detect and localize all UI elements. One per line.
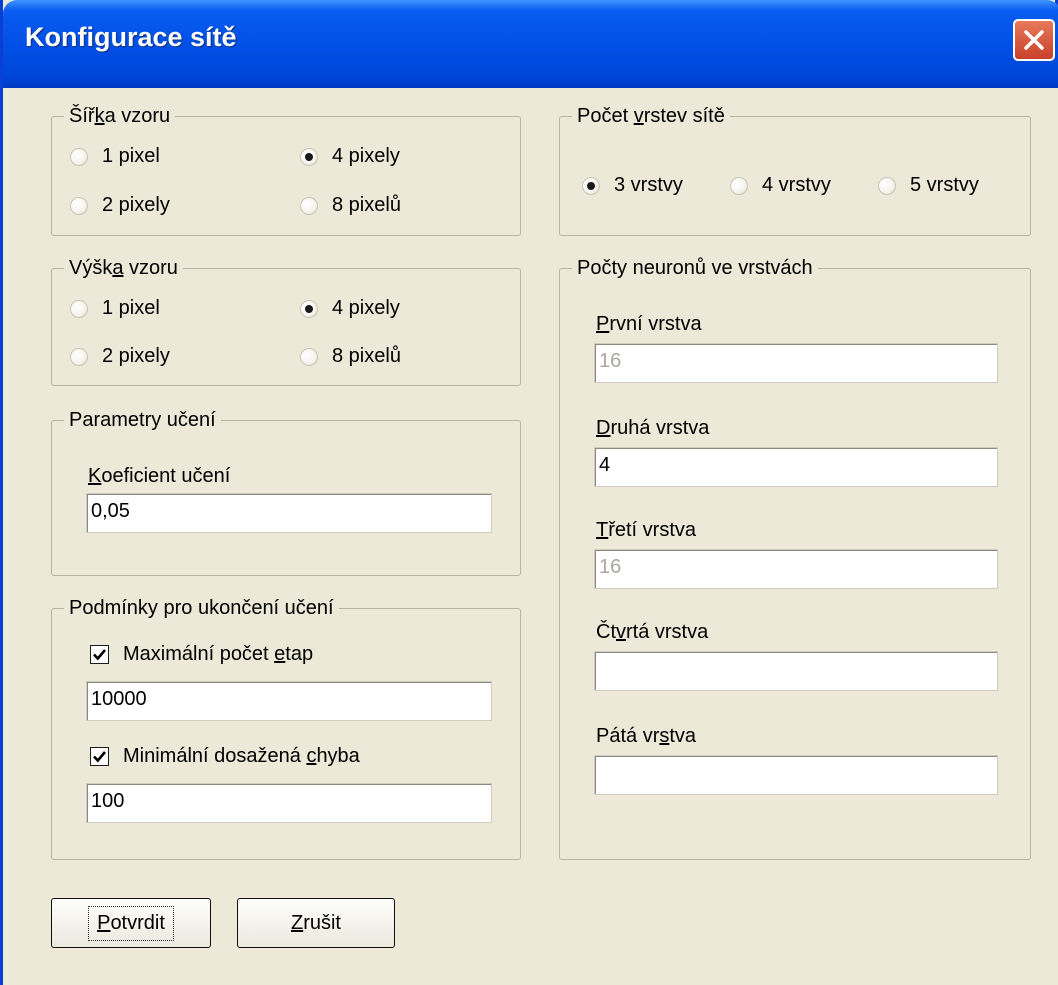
layer-4-label: Čtvrtá vrstva [596, 621, 709, 643]
group-learning-params: Parametry učení Koeficient učení 0,05 [51, 407, 521, 576]
radio-height-8[interactable]: 8 pixelů [300, 345, 401, 368]
layer-1-label: První vrstva [596, 313, 702, 335]
group-layer-count-legend: Počet vrstev sítě [572, 103, 730, 129]
group-pattern-width: Šířka vzoru 1 pixel 2 pixely 4 pixely 8 … [51, 103, 521, 236]
confirm-button[interactable]: Potvrdit [51, 898, 211, 948]
radio-layers-5[interactable]: 5 vrstvy [878, 174, 979, 197]
min-error-input[interactable]: 100 [86, 783, 492, 823]
group-stop-conditions-legend: Podmínky pro ukončení učení [64, 595, 339, 621]
layer-2-input[interactable]: 4 [594, 447, 998, 487]
layer-3-input: 16 [594, 549, 998, 589]
layer-1-input: 16 [594, 343, 998, 383]
layer-4-input[interactable] [594, 651, 998, 691]
group-stop-conditions: Podmínky pro ukončení učení Maximální po… [51, 595, 521, 860]
radio-layers-3[interactable]: 3 vrstvy [582, 174, 683, 197]
check-icon [93, 649, 106, 661]
radio-height-1[interactable]: 1 pixel [70, 297, 160, 320]
radio-width-1[interactable]: 1 pixel [70, 145, 160, 168]
dialog-client-area: Šířka vzoru 1 pixel 2 pixely 4 pixely 8 … [3, 88, 1058, 985]
radio-height-2[interactable]: 2 pixely [70, 345, 170, 368]
radio-width-4[interactable]: 4 pixely [300, 145, 400, 168]
layer-5-label: Pátá vrstva [596, 725, 697, 747]
checkbox-min-error[interactable]: Minimální dosažená chyba [90, 745, 360, 768]
learning-rate-label: Koeficient učení [88, 465, 231, 487]
checkbox-max-epochs[interactable]: Maximální počet etap [90, 643, 313, 666]
checkbox-max-epochs-box[interactable] [90, 645, 109, 664]
radio-height-2-dot[interactable] [70, 347, 88, 366]
radio-width-2-dot[interactable] [70, 196, 88, 215]
window-title: Konfigurace sítě [25, 22, 237, 52]
radio-width-8[interactable]: 8 pixelů [300, 194, 401, 217]
radio-height-4-dot[interactable] [300, 299, 318, 318]
layer-5-input[interactable] [594, 755, 998, 795]
group-pattern-height-legend: Výška vzoru [64, 255, 183, 281]
dialog-window: Konfigurace sítě Šířka vzoru 1 pixel 2 p… [0, 0, 1058, 985]
group-layer-count: Počet vrstev sítě 3 vrstvy 4 vrstvy 5 vr… [559, 103, 1031, 236]
title-bar[interactable]: Konfigurace sítě [3, 0, 1058, 88]
radio-height-1-dot[interactable] [70, 299, 88, 318]
close-icon [1024, 30, 1044, 50]
radio-width-2[interactable]: 2 pixely [70, 194, 170, 217]
radio-layers-5-dot[interactable] [878, 176, 896, 195]
radio-layers-4-dot[interactable] [730, 176, 748, 195]
group-pattern-height: Výška vzoru 1 pixel 2 pixely 4 pixely 8 … [51, 255, 521, 386]
radio-height-4[interactable]: 4 pixely [300, 297, 400, 320]
group-learning-params-legend: Parametry učení [64, 407, 221, 433]
group-neuron-counts-legend: Počty neuronů ve vrstvách [572, 255, 818, 281]
cancel-button[interactable]: Zrušit [237, 898, 395, 948]
max-epochs-input[interactable]: 10000 [86, 681, 492, 721]
radio-layers-3-dot[interactable] [582, 176, 600, 195]
check-icon [93, 751, 106, 763]
close-button[interactable] [1013, 19, 1055, 61]
layer-2-label: Druhá vrstva [596, 417, 710, 439]
checkbox-min-error-box[interactable] [90, 747, 109, 766]
group-neuron-counts: Počty neuronů ve vrstvách První vrstva 1… [559, 255, 1031, 860]
radio-height-8-dot[interactable] [300, 347, 318, 366]
radio-width-4-dot[interactable] [300, 147, 318, 166]
learning-rate-input[interactable]: 0,05 [86, 493, 492, 533]
layer-3-label: Třetí vrstva [596, 519, 697, 541]
radio-layers-4[interactable]: 4 vrstvy [730, 174, 831, 197]
radio-width-1-dot[interactable] [70, 147, 88, 166]
group-pattern-width-legend: Šířka vzoru [64, 103, 176, 129]
radio-width-8-dot[interactable] [300, 196, 318, 215]
